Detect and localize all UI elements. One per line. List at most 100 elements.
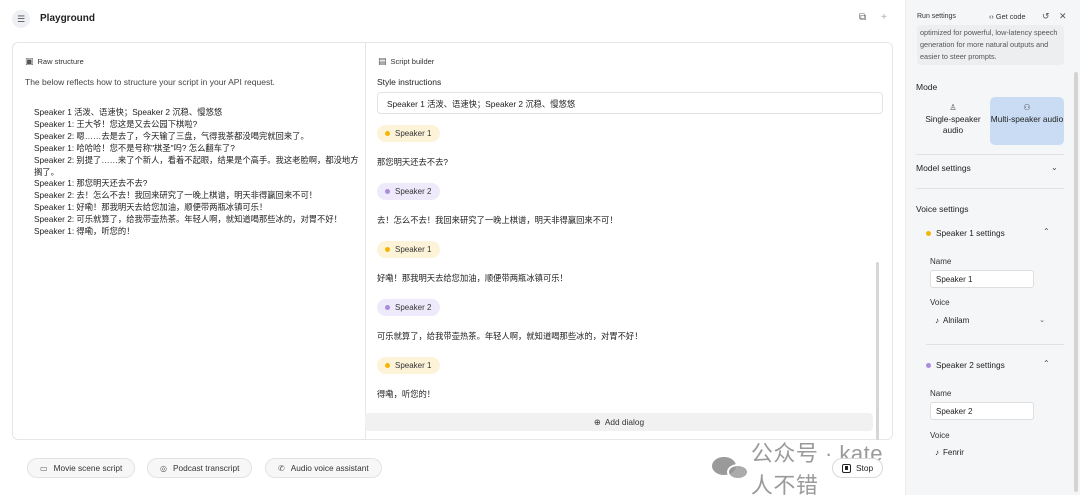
style-instructions-label: Style instructions xyxy=(377,77,442,87)
chevron-down-icon[interactable]: ⌄ xyxy=(1051,163,1058,172)
script-line: Speaker 2: 可乐就算了，给我带壶热茶。年轻人啊，就知道喝那些冰的，对胃… xyxy=(34,214,342,225)
speaker1-voice-select[interactable]: ♪ Alnilam ⌄ xyxy=(930,311,1050,329)
movie-scene-script-button[interactable]: ▭ Movie scene script xyxy=(27,458,136,478)
dialog-text[interactable]: 那您明天还去不去? xyxy=(377,156,448,168)
voice-icon: ♪ xyxy=(935,447,939,457)
style-instructions-input[interactable]: Speaker 1 活泼、语速快；Speaker 2 沉稳、慢悠悠 xyxy=(377,92,883,114)
mode-label: Mode xyxy=(916,82,938,92)
stop-label: Stop xyxy=(856,463,874,473)
speaker-chip[interactable]: Speaker 1 xyxy=(377,241,441,258)
speaker1-settings-toggle[interactable]: Speaker 1 settings xyxy=(926,228,1005,238)
script-builder-title: Script builder xyxy=(390,57,435,66)
speaker-chip[interactable]: Speaker 2 xyxy=(377,183,441,200)
script-builder-scrollbar[interactable] xyxy=(876,262,879,440)
voice-label: Voice xyxy=(930,298,950,307)
main-area: ☰ Playground ⧉ + ▣ Raw structure The bel… xyxy=(0,0,905,495)
podcast-transcript-button[interactable]: ◎ Podcast transcript xyxy=(147,458,253,478)
raw-structure-description: The below reflects how to structure your… xyxy=(25,77,275,87)
divider xyxy=(916,154,1064,155)
close-icon[interactable]: ✕ xyxy=(1059,11,1067,22)
speaker-chip[interactable]: Speaker 2 xyxy=(377,299,441,316)
speaker-chip-label: Speaker 1 xyxy=(395,129,432,138)
speaker1-settings-label: Speaker 1 settings xyxy=(936,228,1005,238)
dialog-text[interactable]: 得嘞，听您的！ xyxy=(377,388,435,400)
speaker2-settings-toggle[interactable]: Speaker 2 settings xyxy=(926,360,1005,370)
reset-icon[interactable]: ↺ xyxy=(1042,11,1050,22)
chevron-up-icon[interactable]: ⌃ xyxy=(1043,359,1050,368)
podcast-icon: ◎ xyxy=(160,463,167,473)
bottom-button-label: Movie scene script xyxy=(53,463,123,473)
script-line: Speaker 2: 嗯……去是去了，今天输了三盘，气得我茶都没喝完就回来了。 xyxy=(34,130,309,141)
name-label: Name xyxy=(930,389,952,398)
chevron-up-icon[interactable]: ⌃ xyxy=(1043,227,1050,236)
speaker-chip-label: Speaker 2 xyxy=(395,187,432,196)
raw-structure-header: ▣ Raw structure xyxy=(25,56,84,67)
multi-speaker-mode-button[interactable]: ⚇ Multi-speaker audio xyxy=(990,97,1064,145)
stop-icon xyxy=(842,463,851,473)
script-line: Speaker 1 活泼、语速快；Speaker 2 沉稳、慢悠悠 xyxy=(34,107,223,117)
collapse-menu-icon[interactable]: ☰ xyxy=(12,10,30,28)
speaker2-voice-select[interactable]: ♪ Fenrir xyxy=(930,443,1050,461)
speaker-dot xyxy=(385,189,390,194)
chat-icon: ▤ xyxy=(378,56,387,66)
plus-icon[interactable]: + xyxy=(881,12,887,23)
get-code-label: Get code xyxy=(995,12,1026,21)
script-builder-header: ▤ Script builder xyxy=(378,56,434,67)
model-description: optimized for powerful, low-latency spee… xyxy=(917,25,1064,65)
code-icon: ‹› xyxy=(989,12,994,21)
plus-circle-icon: ⊕ xyxy=(593,417,601,427)
speaker-chip-label: Speaker 1 xyxy=(395,361,432,370)
single-speaker-mode-button[interactable]: ♙ Single-speaker audio xyxy=(916,97,990,145)
speaker1-name-input[interactable]: Speaker 1 xyxy=(930,270,1034,288)
mode-multi-label: Multi-speaker audio xyxy=(990,114,1064,124)
voice-label: Voice xyxy=(930,431,950,440)
script-builder-card: ▤ Script builder Style instructions Spea… xyxy=(365,42,893,440)
add-dialog-button[interactable]: ⊕ Add dialog xyxy=(365,413,873,431)
run-settings-panel: Run settings ‹› Get code ↺ ✕ optimized f… xyxy=(905,0,1080,495)
voice-icon: ♪ xyxy=(935,315,939,325)
stop-button[interactable]: Stop xyxy=(832,458,884,478)
bottom-button-label: Audio voice assistant xyxy=(290,463,369,473)
speaker-dot xyxy=(926,362,931,368)
copy-icon[interactable]: ⧉ xyxy=(859,12,866,23)
raw-script-text[interactable]: Speaker 1 活泼、语速快；Speaker 2 沉稳、慢悠悠 Speake… xyxy=(34,107,364,238)
script-line: Speaker 1: 那您明天还去不去? xyxy=(34,178,148,189)
get-code-button[interactable]: ‹› Get code xyxy=(989,12,1026,21)
image-icon: ▣ xyxy=(25,56,34,66)
dialog-text[interactable]: 好嘞！那我明天去给您加油，顺便带两瓶冰镇可乐！ xyxy=(377,272,568,284)
speaker-dot xyxy=(385,131,390,136)
model-settings-toggle[interactable]: Model settings xyxy=(916,163,971,173)
speaker2-settings-label: Speaker 2 settings xyxy=(936,360,1005,370)
name-label: Name xyxy=(930,257,952,266)
top-bar: ☰ Playground ⧉ + xyxy=(0,0,905,36)
bottom-button-label: Podcast transcript xyxy=(172,463,240,473)
settings-scrollbar[interactable] xyxy=(1074,72,1078,492)
mode-single-label: Single-speaker audio xyxy=(925,114,981,135)
phone-icon: ✆ xyxy=(278,463,285,473)
voice-value: Alnilam xyxy=(943,315,970,325)
script-line: Speaker 2: 别提了……来了个新人，看着不起眼，结果是个高手。我这老脸啊… xyxy=(34,154,359,177)
script-line: Speaker 1: 哈哈哈！您不是号称"棋圣"吗? 怎么翻车了? xyxy=(34,142,235,153)
audio-voice-assistant-button[interactable]: ✆ Audio voice assistant xyxy=(265,458,382,478)
person-icon: ♙ xyxy=(949,103,957,112)
speaker-dot xyxy=(926,230,931,236)
speaker-chip-label: Speaker 2 xyxy=(395,303,432,312)
movie-icon: ▭ xyxy=(40,463,48,473)
divider xyxy=(916,188,1064,189)
people-icon: ⚇ xyxy=(1023,103,1031,112)
speaker-chip[interactable]: Speaker 1 xyxy=(377,357,441,374)
voice-settings-label: Voice settings xyxy=(916,204,969,214)
script-line: Speaker 1: 王大爷！您这是又去公园下棋啦? xyxy=(34,118,198,129)
dialog-text[interactable]: 可乐就算了，给我带壶热茶。年轻人啊，就知道喝那些冰的，对胃不好！ xyxy=(377,330,643,342)
add-dialog-label: Add dialog xyxy=(604,417,645,427)
script-line: Speaker 1: 得嘞，听您的！ xyxy=(34,226,135,237)
voice-value: Fenrir xyxy=(943,447,964,457)
raw-structure-title: Raw structure xyxy=(37,57,84,66)
speaker2-name-input[interactable]: Speaker 2 xyxy=(930,402,1034,420)
speaker-chip[interactable]: Speaker 1 xyxy=(377,125,441,142)
wechat-icon xyxy=(712,455,749,481)
divider xyxy=(926,344,1064,345)
run-settings-title: Run settings xyxy=(917,13,956,20)
speaker-dot xyxy=(385,305,390,310)
dialog-text[interactable]: 去！怎么不去！我回来研究了一晚上棋谱，明天非得赢回来不可！ xyxy=(377,214,618,226)
